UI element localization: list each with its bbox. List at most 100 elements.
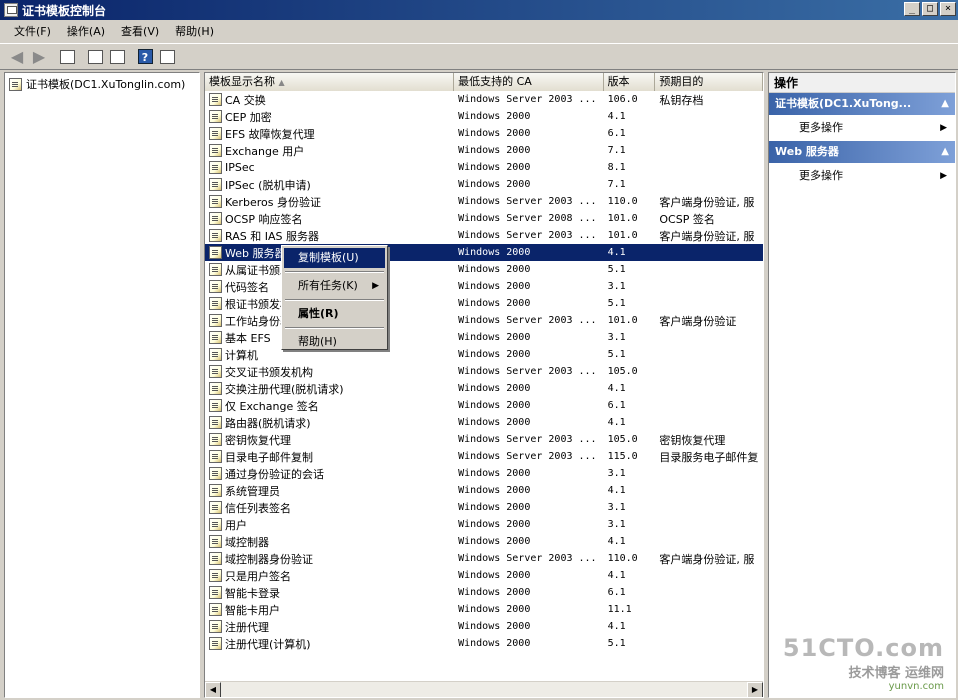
sort-ascending-icon: ▲ (278, 78, 285, 87)
table-row[interactable]: 系统管理员 Windows 2000 4.1 (205, 482, 763, 499)
context-help[interactable]: 帮助(H) (284, 332, 385, 352)
table-row[interactable]: 智能卡用户 Windows 2000 11.1 (205, 601, 763, 618)
table-row[interactable]: IPSec (脱机申请) Windows 2000 7.1 (205, 176, 763, 193)
table-row[interactable]: 用户 Windows 2000 3.1 (205, 516, 763, 533)
table-row[interactable]: CEP 加密 Windows 2000 4.1 (205, 108, 763, 125)
watermark: 51CTO.com 技术博客 运维网 yunvn.com (783, 634, 944, 692)
table-row[interactable]: 路由器(脱机请求) Windows 2000 4.1 (205, 414, 763, 431)
template-name: Web 服务器 (225, 246, 286, 260)
cell-display-name: 仅 Exchange 签名 (205, 398, 454, 414)
certificate-template-icon (209, 246, 222, 259)
table-row[interactable]: 智能卡登录 Windows 2000 6.1 (205, 584, 763, 601)
table-row[interactable]: CA 交换 Windows Server 2003 ... 106.0 私钥存档 (205, 91, 763, 108)
more-actions-templates[interactable]: 更多操作 ▶ (769, 115, 955, 141)
context-properties[interactable]: 属性(R) (284, 304, 385, 324)
properties-toolbar-button[interactable] (84, 46, 106, 68)
cell-version: 4.1 (607, 570, 626, 581)
table-row[interactable]: 只是用户签名 Windows 2000 4.1 (205, 567, 763, 584)
cell-min-ca: Windows 2000 (458, 502, 531, 513)
table-row[interactable]: Kerberos 身份验证 Windows Server 2003 ... 110.… (205, 193, 763, 210)
table-row[interactable]: 域控制器身份验证 Windows Server 2003 ... 110.0 客户端身… (205, 550, 763, 567)
cell-intended-purpose: 客户端身份验证, 服 (659, 195, 755, 209)
menu-bar: 文件(F) 操作(A) 查看(V) 帮助(H) (0, 20, 958, 42)
more-actions-web-server[interactable]: 更多操作 ▶ (769, 163, 955, 189)
table-row[interactable]: 域控制器 Windows 2000 4.1 (205, 533, 763, 550)
cell-display-name: 密钥恢复代理 (205, 432, 454, 448)
horizontal-scrollbar[interactable]: ◀ ▶ (205, 681, 763, 697)
column-header-version[interactable]: 版本 (603, 73, 656, 91)
table-row[interactable]: 密钥恢复代理 Windows Server 2003 ... 105.0 密钥恢复代理 (205, 431, 763, 448)
column-header-display-name[interactable]: 模板显示名称 ▲ (205, 73, 455, 91)
certificate-template-icon (209, 365, 222, 378)
cell-min-ca: Windows 2000 (458, 247, 531, 258)
cell-display-name: 注册代理 (205, 619, 454, 635)
cell-version: 115.0 (607, 451, 638, 462)
table-row[interactable]: IPSec Windows 2000 8.1 (205, 159, 763, 176)
table-row[interactable]: OCSP 响应签名 Windows Server 2008 ... 101.0 OCS… (205, 210, 763, 227)
watermark-site: 51CTO.com (782, 634, 944, 662)
cell-version: 110.0 (607, 196, 638, 207)
show-hide-console-tree-button[interactable] (56, 46, 78, 68)
table-row[interactable]: 信任列表签名 Windows 2000 3.1 (205, 499, 763, 516)
certificate-template-icon (209, 178, 222, 191)
collapse-icon: ▲ (941, 146, 949, 157)
cell-version: 4.1 (607, 111, 626, 122)
context-menu: 复制模板(U) 所有任务(K) ▶ 属性(R) 帮助(H) (281, 245, 388, 350)
close-button[interactable]: × (940, 2, 956, 16)
context-duplicate-template[interactable]: 复制模板(U) (284, 248, 385, 268)
table-row[interactable]: 交换注册代理(脱机请求) Windows 2000 4.1 (205, 380, 763, 397)
template-name: 交换注册代理(脱机请求) (225, 382, 344, 396)
table-row[interactable]: RAS 和 IAS 服务器 Windows Server 2003 ... 101.… (205, 227, 763, 244)
maximize-button[interactable]: □ (922, 2, 938, 16)
cell-display-name: 注册代理(计算机) (205, 636, 454, 652)
certificate-template-icon (209, 93, 222, 106)
action-group-certificate-templates[interactable]: 证书模板(DC1.XuTong... ▲ (769, 93, 955, 115)
app-icon (4, 3, 18, 17)
cell-display-name: IPSec (205, 161, 454, 174)
certificate-template-icon (209, 586, 222, 599)
forward-arrow-icon: ▶ (32, 47, 46, 66)
toolbar: ◀ ▶ ? (0, 43, 958, 70)
column-header: 模板显示名称 ▲ 最低支持的 CA 版本 预期目的 (205, 73, 763, 91)
back-button[interactable]: ◀ (6, 46, 28, 68)
table-row[interactable]: 仅 Exchange 签名 Windows 2000 6.1 (205, 397, 763, 414)
cell-min-ca: Windows 2000 (458, 281, 531, 292)
scroll-right-button[interactable]: ▶ (747, 682, 763, 697)
help-toolbar-button[interactable]: ? (134, 46, 156, 68)
table-row[interactable]: 通过身份验证的会话 Windows 2000 3.1 (205, 465, 763, 482)
cell-min-ca: Windows Server 2003 ... (458, 230, 597, 241)
table-row[interactable]: 目录电子邮件复制 Windows Server 2003 ... 115.0 目录服务… (205, 448, 763, 465)
show-hide-action-pane-button[interactable] (156, 46, 178, 68)
certificate-template-icon (209, 195, 222, 208)
menu-action[interactable]: 操作(A) (59, 23, 113, 39)
menu-help[interactable]: 帮助(H) (167, 23, 222, 39)
table-row[interactable]: 注册代理(计算机) Windows 2000 5.1 (205, 635, 763, 652)
forward-button[interactable]: ▶ (28, 46, 50, 68)
template-name: 基本 EFS (225, 331, 271, 345)
tree-item-certificate-templates[interactable]: 证书模板(DC1.XuTonglin.com) (9, 76, 185, 92)
menu-file[interactable]: 文件(F) (6, 23, 59, 39)
menu-view[interactable]: 查看(V) (113, 23, 167, 39)
table-row[interactable]: EFS 故障恢复代理 Windows 2000 6.1 (205, 125, 763, 142)
context-all-tasks[interactable]: 所有任务(K) ▶ (284, 276, 385, 296)
window-title: 证书模板控制台 (22, 3, 107, 18)
column-header-min-ca[interactable]: 最低支持的 CA (454, 73, 604, 91)
cell-display-name: RAS 和 IAS 服务器 (205, 228, 454, 244)
table-row[interactable]: Exchange 用户 Windows 2000 7.1 (205, 142, 763, 159)
export-list-button[interactable] (106, 46, 128, 68)
cell-min-ca: Windows 2000 (458, 162, 531, 173)
table-row[interactable]: 注册代理 Windows 2000 4.1 (205, 618, 763, 635)
column-header-intended-purpose[interactable]: 预期目的 (655, 73, 763, 91)
action-group-web-server[interactable]: Web 服务器 ▲ (769, 141, 955, 163)
certificate-template-icon (209, 433, 222, 446)
template-name: 密钥恢复代理 (225, 433, 291, 447)
template-name: 注册代理 (225, 620, 269, 634)
cell-version: 110.0 (607, 553, 638, 564)
minimize-button[interactable]: _ (904, 2, 920, 16)
scroll-left-button[interactable]: ◀ (205, 682, 221, 697)
cell-display-name: Exchange 用户 (205, 143, 454, 159)
table-row[interactable]: 交叉证书颁发机构 Windows Server 2003 ... 105.0 (205, 363, 763, 380)
cell-display-name: 系统管理员 (205, 483, 454, 499)
certificate-template-icon (209, 450, 222, 463)
cell-version: 3.1 (607, 519, 626, 530)
